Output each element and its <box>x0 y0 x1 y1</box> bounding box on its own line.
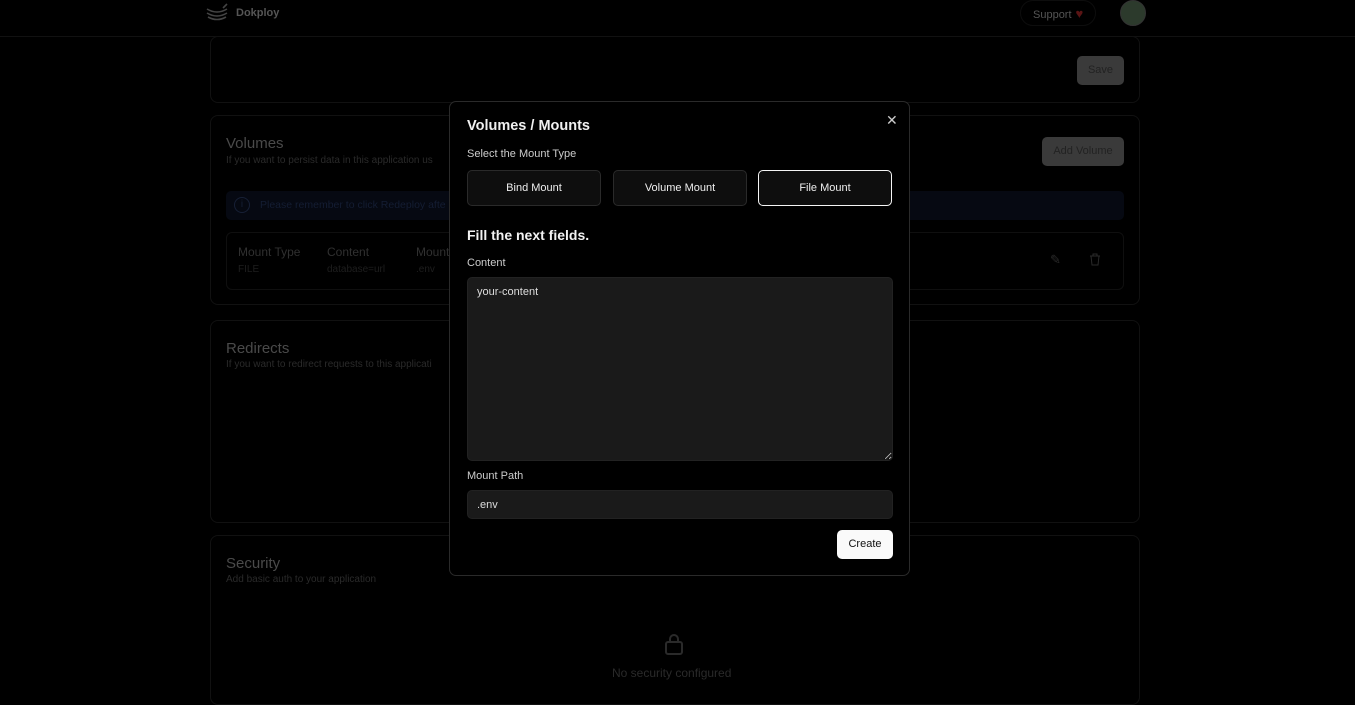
security-title: Security <box>226 555 281 572</box>
bind-mount-option[interactable]: Bind Mount <box>467 170 601 206</box>
mount-type-label: Select the Mount Type <box>467 148 577 160</box>
dialog-title: Volumes / Mounts <box>467 118 590 134</box>
cell: .env <box>416 264 435 275</box>
security-subtitle: Add basic auth to your application <box>226 574 377 585</box>
redirects-subtitle: If you want to redirect requests to this… <box>226 359 432 370</box>
alert-text: Please remember to click Redeploy afte <box>260 199 446 211</box>
brand-name[interactable]: Dokploy <box>236 7 279 19</box>
cell: FILE <box>238 264 260 275</box>
cell: database=url <box>327 264 386 275</box>
lock-icon <box>665 634 683 655</box>
avatar[interactable] <box>1120 0 1146 26</box>
edit-icon[interactable]: ✎ <box>1050 252 1061 268</box>
info-icon: i <box>234 197 250 213</box>
create-button[interactable]: Create <box>837 530 893 559</box>
top-bar: Dokploy Support ♥ <box>0 0 1355 37</box>
col-header: Content <box>327 245 370 259</box>
dokploy-logo-icon <box>206 3 228 21</box>
file-mount-option[interactable]: File Mount <box>758 170 892 206</box>
content-textarea[interactable]: your-content <box>467 277 893 461</box>
col-header: Mount Type <box>238 245 301 259</box>
heart-icon: ♥ <box>1075 6 1084 21</box>
col-header: Mount <box>416 245 450 259</box>
fill-fields-heading: Fill the next fields. <box>467 227 590 243</box>
volumes-title: Volumes <box>226 135 284 152</box>
support-button[interactable]: Support ♥ <box>1020 0 1097 26</box>
no-security-text: No security configured <box>612 666 732 680</box>
volume-mount-option[interactable]: Volume Mount <box>613 170 747 206</box>
mount-path-label: Mount Path <box>467 470 524 482</box>
close-icon[interactable]: ✕ <box>886 112 898 129</box>
redirects-title: Redirects <box>226 340 290 357</box>
trash-icon[interactable] <box>1089 253 1101 266</box>
content-label: Content <box>467 257 506 269</box>
support-label: Support <box>1033 9 1072 21</box>
general-card: Save <box>210 36 1140 103</box>
add-volume-button[interactable]: Add Volume <box>1042 137 1124 166</box>
mount-path-input[interactable] <box>467 490 893 519</box>
volumes-subtitle: If you want to persist data in this appl… <box>226 155 433 166</box>
save-button[interactable]: Save <box>1077 56 1124 85</box>
volumes-mounts-dialog: Volumes / Mounts ✕ Select the Mount Type… <box>449 101 910 576</box>
